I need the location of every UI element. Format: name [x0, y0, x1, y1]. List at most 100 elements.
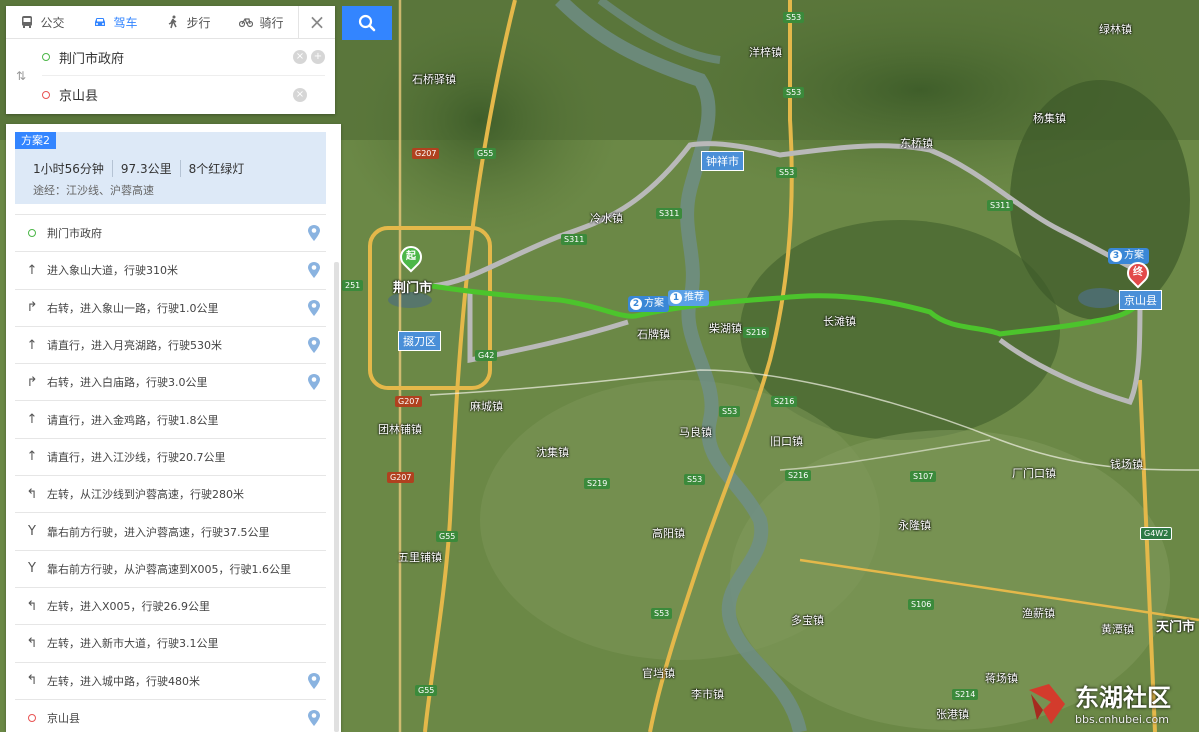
road-shield: G55 [415, 685, 438, 696]
road-shield: S216 [771, 396, 798, 407]
place-label: 马良镇 [679, 426, 712, 439]
road-shield: 251 [342, 280, 364, 291]
start-dot-icon [25, 226, 39, 241]
tab-label: 步行 [186, 15, 211, 30]
bus-icon [22, 16, 33, 28]
place-label: 团林铺镇 [378, 423, 422, 436]
end-dot-icon [25, 711, 39, 726]
location-pin-icon[interactable] [308, 374, 320, 391]
road-shield: S53 [684, 474, 706, 485]
city-box-label[interactable]: 钟祥市 [701, 151, 744, 171]
place-label: 石牌镇 [637, 328, 670, 341]
location-pin-icon[interactable] [308, 299, 320, 316]
location-pin-icon[interactable] [308, 710, 320, 726]
watermark-title: 东湖社区 [1075, 684, 1171, 712]
route-plan-badge[interactable]: 1 推荐 [668, 290, 709, 306]
road-shield: G207 [412, 148, 440, 159]
origin-input[interactable]: 荆门市政府 [59, 48, 289, 67]
road-shield: S214 [952, 689, 979, 700]
place-label: 荆门市 [393, 281, 433, 296]
location-pin-icon[interactable] [308, 672, 320, 689]
place-label: 东桥镇 [900, 137, 933, 150]
step-item[interactable]: ↰ 左转，从江沙线到沪蓉高速，行驶280米 [15, 476, 326, 514]
road-shield: S107 [910, 471, 937, 482]
step-item[interactable]: ↰ 左转，进入新市大道，行驶3.1公里 [15, 625, 326, 663]
watermark: 东湖社区 bbs.cnhubei.com [1025, 676, 1197, 732]
road-shield: S53 [651, 608, 673, 619]
step-text: 京山县 [47, 712, 80, 725]
swap-direction-icon[interactable]: ⇅ [16, 69, 26, 83]
city-box-label[interactable]: 京山县 [1119, 290, 1162, 310]
place-label: 张港镇 [936, 708, 969, 721]
city-box-label[interactable]: 掇刀区 [398, 331, 441, 351]
location-pin-icon[interactable] [308, 225, 320, 242]
step-item[interactable]: ↑ 请直行，进入月亮湖路，行驶530米 [15, 327, 326, 365]
origin-dot-icon [42, 53, 50, 61]
clear-origin-icon[interactable]: × [293, 50, 307, 64]
road-shield: S53 [783, 87, 805, 98]
arrow-up-icon: ↑ [26, 262, 38, 278]
step-item[interactable]: ↑ 请直行，进入江沙线，行驶20.7公里 [15, 439, 326, 477]
step-text: 靠右前方行驶，从沪蓉高速到X005，行驶1.6公里 [47, 562, 292, 576]
step-item[interactable]: ↱ 右转，进入象山一路，行驶1.0公里 [15, 290, 326, 327]
route-result-panel: 方案2 1小时56分钟 97.3公里 8个红绿灯 途经：江沙线、沪蓉高速 荆门市… [6, 124, 341, 732]
tab-walk[interactable]: 步行 [152, 6, 225, 38]
place-label: 长滩镇 [823, 315, 856, 328]
turn-left-icon: ↰ [26, 673, 38, 689]
arrow-up-icon: ↑ [26, 337, 38, 353]
search-icon [358, 14, 376, 32]
tab-bike[interactable]: 骑行 [225, 6, 298, 38]
step-item[interactable]: 京山县 [15, 700, 326, 732]
road-shield: S311 [987, 200, 1014, 211]
arrow-up-icon: ↑ [26, 412, 38, 428]
keep-right-icon: Y [28, 524, 36, 540]
step-item[interactable]: Y 靠右前方行驶，从沪蓉高速到X005，行驶1.6公里 [15, 551, 326, 588]
road-shield: S216 [785, 470, 812, 481]
end-marker-label: 终 [1133, 267, 1143, 278]
step-item[interactable]: Y 靠右前方行驶，进入沪蓉高速，行驶37.5公里 [15, 513, 326, 551]
place-label: 洋梓镇 [749, 46, 782, 59]
plan-duration: 1小时56分钟 [33, 162, 104, 176]
arrow-up-icon: ↑ [26, 449, 38, 465]
route-badge-label: 方案 [1124, 250, 1144, 261]
travel-mode-tabs: 公交 驾车 步行 骑行 × [6, 6, 335, 39]
step-text: 请直行，进入月亮湖路，行驶530米 [47, 339, 222, 353]
step-item[interactable]: ↱ 右转，进入白庙路，行驶3.0公里 [15, 364, 326, 402]
watermark-url: bbs.cnhubei.com [1075, 713, 1169, 726]
close-button[interactable]: × [298, 6, 335, 38]
route-plan-badge[interactable]: 2 方案 [628, 296, 669, 312]
step-item[interactable]: ↑ 进入象山大道，行驶310米 [15, 252, 326, 290]
road-shield: S53 [783, 12, 805, 23]
tab-drive[interactable]: 驾车 [79, 6, 152, 38]
tab-label: 骑行 [259, 15, 284, 30]
step-item[interactable]: ↰ 左转，进入城中路，行驶480米 [15, 663, 326, 700]
place-label: 石桥驿镇 [412, 73, 456, 86]
step-text: 请直行，进入金鸡路，行驶1.8公里 [47, 413, 219, 427]
route-plan-badge[interactable]: 3 方案 [1108, 248, 1149, 264]
step-item[interactable]: ↑ 请直行，进入金鸡路，行驶1.8公里 [15, 401, 326, 439]
road-shield: G55 [436, 531, 459, 542]
turn-left-icon: ↰ [26, 486, 38, 502]
turn-left-icon: ↰ [26, 635, 38, 651]
step-item[interactable]: ↰ 左转，进入X005，行驶26.9公里 [15, 588, 326, 626]
plan-summary[interactable]: 方案2 1小时56分钟 97.3公里 8个红绿灯 途经：江沙线、沪蓉高速 [15, 132, 326, 204]
clear-destination-icon[interactable]: × [293, 87, 307, 102]
route-search-panel: 公交 驾车 步行 骑行 × ⇅ 荆门市政府 × + 京山县 × [6, 6, 335, 114]
step-text: 左转，从江沙线到沪蓉高速，行驶280米 [47, 488, 244, 502]
search-button[interactable] [342, 6, 392, 40]
tab-label: 驾车 [113, 15, 138, 30]
step-text: 左转，进入X005，行驶26.9公里 [47, 600, 211, 614]
route-badge-label: 推荐 [684, 292, 704, 303]
step-text: 荆门市政府 [47, 227, 102, 241]
location-pin-icon[interactable] [308, 337, 320, 354]
place-label: 多宝镇 [791, 614, 824, 627]
scrollbar[interactable] [334, 262, 339, 732]
close-icon: × [308, 10, 326, 34]
add-waypoint-icon[interactable]: + [311, 50, 325, 64]
tab-bus[interactable]: 公交 [6, 6, 79, 38]
plan-stats: 1小时56分钟 97.3公里 8个红绿灯 [33, 160, 252, 177]
step-item[interactable]: 荆门市政府 [15, 215, 326, 253]
destination-input[interactable]: 京山县 [59, 85, 289, 104]
watermark-logo-icon [1029, 684, 1065, 724]
location-pin-icon[interactable] [308, 262, 320, 279]
